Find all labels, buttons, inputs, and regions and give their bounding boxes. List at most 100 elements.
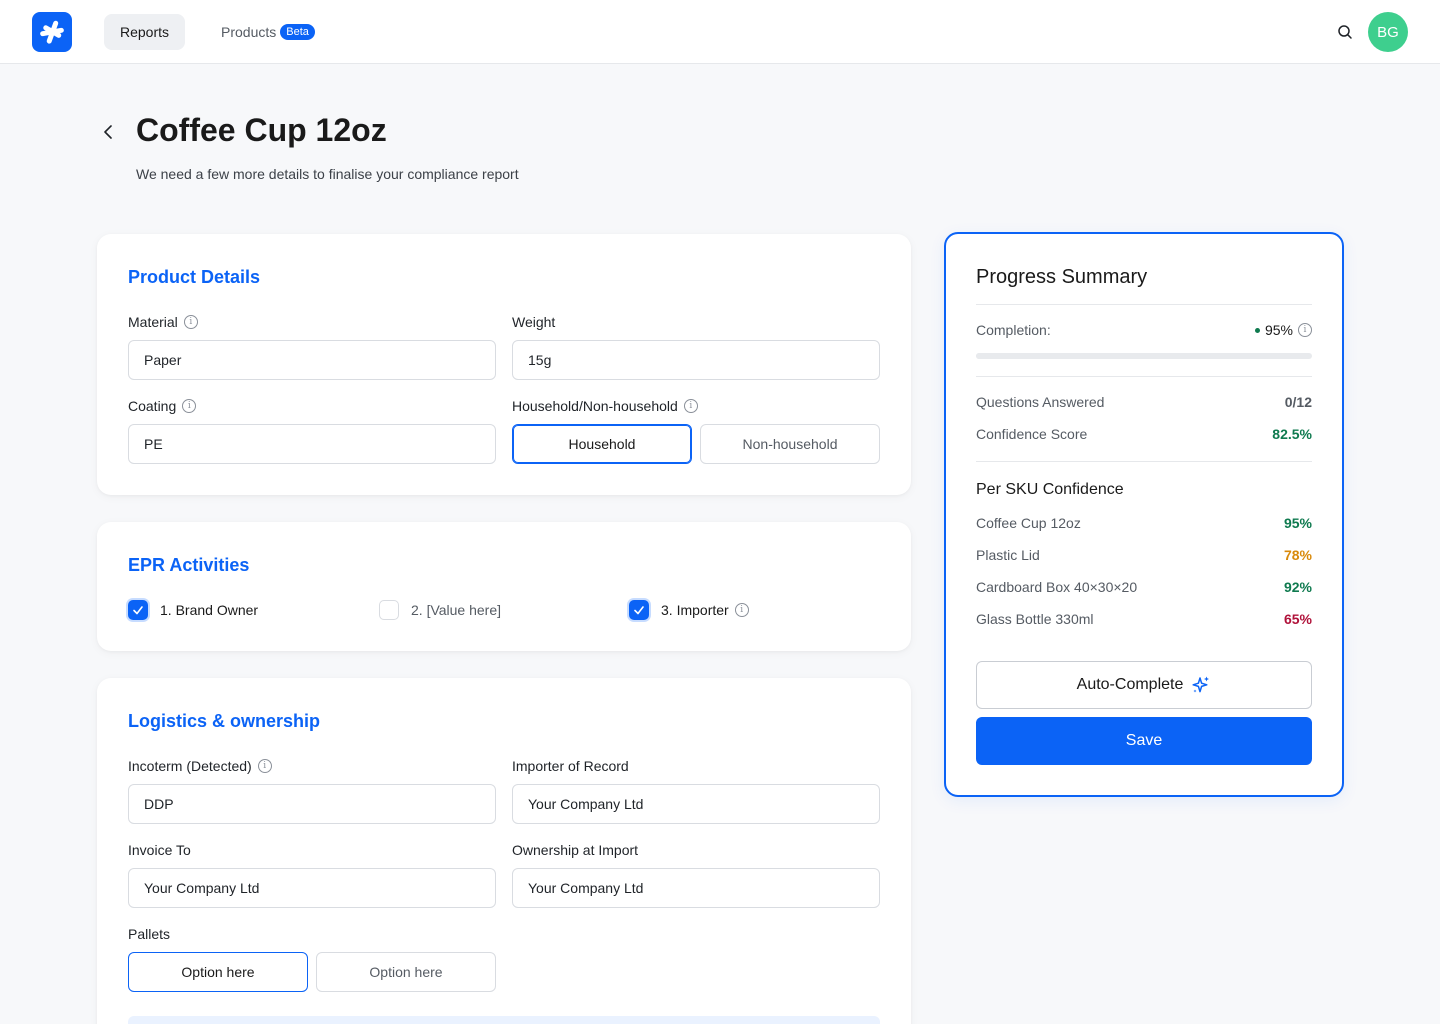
questions-value: 0/12	[1284, 394, 1312, 410]
questions-row: Questions Answered 0/12	[976, 394, 1312, 410]
sku-value: 78%	[1283, 547, 1312, 563]
material-label: Material i	[128, 314, 198, 330]
per-sku-title: Per SKU Confidence	[976, 481, 1124, 498]
logistics-card: Logistics & ownership Incoterm (Detected…	[97, 678, 911, 1024]
product-details-card: Product Details Material i Paper Weight …	[97, 234, 911, 495]
completion-progress-bar	[976, 353, 1312, 359]
non-household-option[interactable]: Non-household	[700, 424, 880, 464]
checkbox-checked[interactable]	[128, 600, 148, 620]
divider	[976, 461, 1312, 462]
back-button[interactable]	[98, 120, 120, 144]
info-icon[interactable]: i	[257, 759, 272, 773]
completion-row: Completion: 95% i	[976, 322, 1312, 338]
check-icon	[634, 606, 644, 615]
household-label-text: Household/Non-household	[512, 398, 678, 414]
info-icon[interactable]: i	[1298, 323, 1312, 337]
page-subtitle: We need a few more details to finalise y…	[136, 166, 519, 182]
weight-input[interactable]: 15g	[512, 340, 880, 380]
auto-complete-button[interactable]: Auto-Complete	[976, 661, 1312, 709]
top-bar: Reports Products Beta BG	[0, 0, 1440, 64]
epr-option-label: 3. Importer	[661, 602, 729, 618]
info-banner	[128, 1016, 880, 1024]
save-button[interactable]: Save	[976, 717, 1312, 765]
invoice-label: Invoice To	[128, 842, 191, 858]
info-icon[interactable]: i	[182, 399, 197, 413]
epr-option-value[interactable]: 2. [Value here]	[379, 600, 501, 620]
material-input[interactable]: Paper	[128, 340, 496, 380]
invoice-input[interactable]: Your Company Ltd	[128, 868, 496, 908]
household-label: Household/Non-household i	[512, 398, 698, 414]
checkbox-unchecked[interactable]	[379, 600, 399, 620]
info-icon[interactable]: i	[683, 399, 698, 413]
nav-reports[interactable]: Reports	[104, 14, 186, 50]
epr-option-importer[interactable]: 3. Importer i	[629, 600, 749, 620]
chevron-left-icon	[104, 125, 112, 139]
page-title: Coffee Cup 12oz	[136, 112, 387, 148]
sku-name: Coffee Cup 12oz	[976, 515, 1081, 531]
material-label-text: Material	[128, 314, 178, 330]
sku-row: Coffee Cup 12oz 95%	[976, 515, 1312, 531]
divider	[976, 304, 1312, 305]
coating-label-text: Coating	[128, 398, 177, 414]
sparkles-icon	[1192, 676, 1210, 693]
check-icon	[133, 606, 143, 615]
ownership-input[interactable]: Your Company Ltd	[512, 868, 880, 908]
sku-name: Cardboard Box 40×30×20	[976, 579, 1138, 595]
incoterm-label-text: Incoterm (Detected)	[128, 758, 252, 774]
logistics-title: Logistics & ownership	[128, 711, 321, 731]
sku-value: 95%	[1283, 515, 1312, 531]
divider	[976, 376, 1312, 377]
weight-label-text: Weight	[512, 314, 556, 330]
confidence-row: Confidence Score 82.5%	[976, 426, 1312, 442]
sku-row: Plastic Lid 78%	[976, 547, 1312, 563]
household-option[interactable]: Household	[512, 424, 692, 464]
coating-label: Coating i	[128, 398, 197, 414]
sku-row: Cardboard Box 40×30×20 92%	[976, 579, 1312, 595]
completion-progress-fill	[976, 353, 1296, 359]
completion-value-group: 95% i	[1254, 322, 1312, 338]
auto-complete-label: Auto-Complete	[1076, 676, 1184, 693]
nav-products[interactable]: Products Beta	[221, 14, 315, 50]
confidence-label: Confidence Score	[976, 426, 1088, 442]
info-icon[interactable]: i	[183, 315, 198, 329]
pallets-option-selected[interactable]: Option here	[128, 952, 308, 992]
importer-label: Importer of Record	[512, 758, 629, 774]
epr-option-label: 2. [Value here]	[411, 602, 502, 618]
epr-option-label: 1. Brand Owner	[160, 602, 259, 618]
sku-value: 65%	[1283, 611, 1312, 627]
completion-value: 95%	[1264, 322, 1293, 338]
incoterm-input[interactable]: DDP	[128, 784, 496, 824]
sku-row: Glass Bottle 330ml 65%	[976, 611, 1312, 627]
importer-input[interactable]: Your Company Ltd	[512, 784, 880, 824]
incoterm-label: Incoterm (Detected) i	[128, 758, 272, 774]
asterisk-logo-icon	[40, 20, 64, 44]
ownership-label-text: Ownership at Import	[512, 842, 639, 858]
avatar[interactable]: BG	[1368, 12, 1408, 52]
epr-option-brand-owner[interactable]: 1. Brand Owner	[128, 600, 258, 620]
product-details-title: Product Details	[128, 267, 261, 287]
beta-badge: Beta	[280, 24, 315, 40]
questions-label: Questions Answered	[976, 394, 1105, 410]
invoice-label-text: Invoice To	[128, 842, 191, 858]
completion-label: Completion:	[976, 322, 1051, 338]
epr-activities-title: EPR Activities	[128, 555, 250, 575]
info-icon[interactable]: i	[734, 603, 749, 617]
checkbox-checked[interactable]	[629, 600, 649, 620]
pallets-label: Pallets	[128, 926, 170, 942]
search-button[interactable]	[1334, 21, 1356, 43]
coating-input[interactable]: PE	[128, 424, 496, 464]
confidence-value: 82.5%	[1272, 426, 1312, 442]
pallets-option[interactable]: Option here	[316, 952, 496, 992]
status-dot-icon	[1254, 327, 1260, 333]
sku-value: 92%	[1283, 579, 1312, 595]
progress-summary-card: Progress Summary Completion: 95% i Quest…	[944, 232, 1344, 797]
progress-summary-title: Progress Summary	[976, 266, 1148, 288]
app-logo[interactable]	[32, 12, 72, 52]
search-icon	[1338, 25, 1352, 39]
sku-name: Plastic Lid	[976, 547, 1040, 563]
epr-activities-card: EPR Activities 1. Brand Owner 2. [Value …	[97, 522, 911, 651]
weight-label: Weight	[512, 314, 555, 330]
importer-label-text: Importer of Record	[512, 758, 629, 774]
sku-name: Glass Bottle 330ml	[976, 611, 1094, 627]
ownership-label: Ownership at Import	[512, 842, 638, 858]
